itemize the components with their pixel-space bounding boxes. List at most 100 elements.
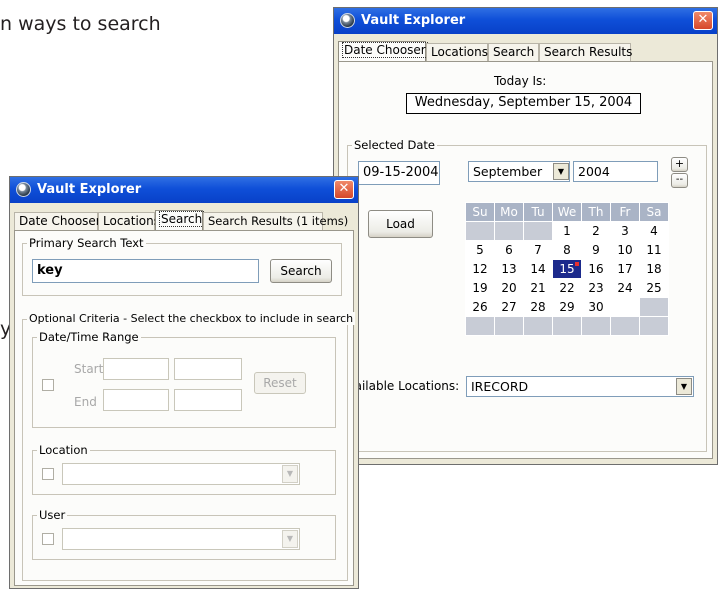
calendar-day[interactable]: 22 bbox=[552, 278, 582, 298]
calendar-day[interactable]: 21 bbox=[523, 278, 553, 298]
search-button[interactable]: Search bbox=[270, 259, 332, 283]
calendar-blank-cell bbox=[465, 316, 495, 336]
tab-strip: Date Chooser Locations Search Search Res… bbox=[14, 210, 349, 231]
title-bar[interactable]: Vault Explorer ✕ bbox=[334, 8, 717, 34]
calendar-day[interactable]: 2 bbox=[581, 221, 611, 241]
calendar-day[interactable]: 10 bbox=[610, 240, 640, 260]
tab-search[interactable]: Search bbox=[488, 43, 539, 61]
locations-value: IRECORD bbox=[471, 379, 529, 394]
user-checkbox[interactable] bbox=[42, 533, 54, 545]
calendar-day-selected[interactable]: 15 bbox=[552, 259, 582, 279]
calendar-day[interactable]: 6 bbox=[494, 240, 524, 260]
calendar-blank-cell bbox=[523, 221, 553, 241]
calendar-day[interactable]: 16 bbox=[581, 259, 611, 279]
year-input[interactable]: 2004 bbox=[573, 161, 658, 182]
calendar-weekday-header: Su Mo Tu We Th Fr Sa bbox=[465, 202, 669, 222]
location-dropdown-arrow-icon[interactable]: ▼ bbox=[282, 465, 298, 483]
calendar-day[interactable]: 5 bbox=[465, 240, 495, 260]
calendar-day[interactable]: 11 bbox=[639, 240, 669, 260]
calendar-week-row: 1 2 3 4 bbox=[465, 221, 669, 241]
close-button[interactable]: ✕ bbox=[334, 180, 354, 199]
today-marker-icon bbox=[575, 262, 579, 266]
selected-date-legend: Selected Date bbox=[352, 138, 437, 152]
calendar-day[interactable]: 7 bbox=[523, 240, 553, 260]
start-time-input[interactable] bbox=[174, 358, 242, 380]
close-button[interactable]: ✕ bbox=[693, 11, 713, 30]
start-date-input[interactable] bbox=[103, 358, 169, 380]
weekday-header: We bbox=[552, 202, 582, 222]
selected-date-group: Selected Date 09-15-2004 September ▼ 200… bbox=[340, 138, 707, 452]
calendar-blank-cell bbox=[465, 221, 495, 241]
calendar-blank-cell bbox=[639, 316, 669, 336]
year-decrement-button[interactable]: -- bbox=[671, 173, 688, 188]
calendar-day[interactable]: 13 bbox=[494, 259, 524, 279]
calendar-day[interactable]: 4 bbox=[639, 221, 669, 241]
calendar-week-row: 26 27 28 29 30 bbox=[465, 297, 669, 317]
calendar-day[interactable]: 25 bbox=[639, 278, 669, 298]
datetime-checkbox[interactable] bbox=[42, 379, 54, 391]
optional-criteria-group: Optional Criteria - Select the checkbox … bbox=[22, 312, 356, 581]
calendar-blank-cell bbox=[494, 221, 524, 241]
date-chooser-panel: Today Is: Wednesday, September 15, 2004 … bbox=[338, 61, 713, 459]
calendar-day[interactable]: 28 bbox=[523, 297, 553, 317]
calendar-day[interactable]: 1 bbox=[552, 221, 582, 241]
user-select[interactable] bbox=[62, 528, 300, 550]
primary-search-group: Primary Search Text key Search bbox=[22, 236, 342, 296]
today-value: Wednesday, September 15, 2004 bbox=[406, 93, 641, 114]
calendar-day[interactable]: 18 bbox=[639, 259, 669, 279]
calendar-day[interactable]: 9 bbox=[581, 240, 611, 260]
locations-select[interactable]: IRECORD bbox=[466, 376, 694, 397]
calendar-day[interactable]: 20 bbox=[494, 278, 524, 298]
title-bar[interactable]: Vault Explorer ✕ bbox=[10, 177, 358, 203]
calendar-blank-cell bbox=[610, 316, 640, 336]
tab-locations[interactable]: Locations bbox=[426, 43, 488, 61]
weekday-header: Tu bbox=[523, 202, 553, 222]
calendar-day[interactable]: 12 bbox=[465, 259, 495, 279]
calendar-day[interactable]: 29 bbox=[552, 297, 582, 317]
end-time-input[interactable] bbox=[174, 389, 242, 411]
calendar-day[interactable]: 24 bbox=[610, 278, 640, 298]
calendar-day[interactable]: 30 bbox=[581, 297, 611, 317]
month-dropdown-arrow-icon[interactable]: ▼ bbox=[553, 163, 569, 180]
user-dropdown-arrow-icon[interactable]: ▼ bbox=[282, 530, 298, 548]
tab-date-chooser[interactable]: Date Chooser bbox=[338, 41, 428, 62]
calendar-day[interactable]: 8 bbox=[552, 240, 582, 260]
calendar-day[interactable]: 3 bbox=[610, 221, 640, 241]
calendar-blank-cell bbox=[581, 316, 611, 336]
datetime-range-legend: Date/Time Range bbox=[37, 330, 141, 344]
primary-search-legend: Primary Search Text bbox=[27, 236, 146, 250]
reset-button[interactable]: Reset bbox=[254, 372, 306, 394]
calendar-day[interactable]: 17 bbox=[610, 259, 640, 279]
year-increment-button[interactable]: + bbox=[671, 157, 688, 172]
calendar-day[interactable]: 27 bbox=[494, 297, 524, 317]
location-legend: Location bbox=[37, 443, 90, 457]
tab-search[interactable]: Search bbox=[155, 210, 205, 231]
user-group: User ▼ bbox=[32, 508, 336, 560]
background-caption: n ways to search bbox=[0, 13, 161, 35]
end-date-input[interactable] bbox=[103, 389, 169, 411]
tab-date-chooser[interactable]: Date Chooser bbox=[14, 212, 101, 230]
calendar-week-row: 12 13 14 15 16 17 18 bbox=[465, 259, 669, 279]
today-label: Today Is: bbox=[494, 74, 547, 88]
location-group: Location ▼ bbox=[32, 443, 336, 495]
calendar-blank-cell bbox=[552, 316, 582, 336]
location-select[interactable] bbox=[62, 463, 300, 485]
user-legend: User bbox=[37, 508, 68, 522]
window-title: Vault Explorer bbox=[37, 182, 142, 197]
location-checkbox[interactable] bbox=[42, 468, 54, 480]
load-button[interactable]: Load bbox=[368, 210, 433, 238]
start-label: Start bbox=[74, 362, 104, 376]
search-text-input[interactable]: key bbox=[32, 259, 259, 283]
calendar-day[interactable]: 19 bbox=[465, 278, 495, 298]
tab-search-results[interactable]: Search Results (1 items) bbox=[203, 212, 348, 230]
calendar-day[interactable]: 23 bbox=[581, 278, 611, 298]
calendar-day[interactable]: 14 bbox=[523, 259, 553, 279]
locations-dropdown-arrow-icon[interactable]: ▼ bbox=[676, 378, 692, 395]
tab-search-results[interactable]: Search Results bbox=[539, 43, 632, 61]
calendar-blank-cell bbox=[639, 297, 669, 317]
calendar-week-row: 5 6 7 8 9 10 11 bbox=[465, 240, 669, 260]
date-input[interactable]: 09-15-2004 bbox=[358, 161, 440, 185]
weekday-header: Sa bbox=[639, 202, 669, 222]
tab-locations[interactable]: Locations bbox=[98, 212, 160, 230]
calendar-day[interactable]: 26 bbox=[465, 297, 495, 317]
